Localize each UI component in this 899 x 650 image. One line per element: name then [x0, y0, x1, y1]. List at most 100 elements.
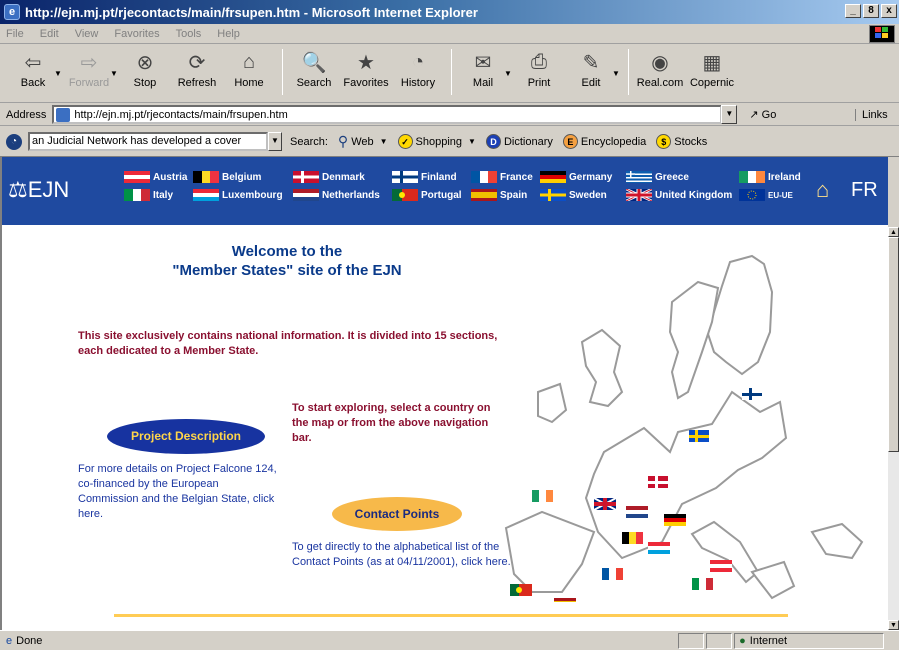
nav-country-united-kingdom[interactable]: United Kingdom — [626, 189, 732, 201]
toolbar-button-label: Refresh — [177, 77, 217, 89]
minimize-button[interactable]: _ — [845, 4, 861, 18]
toolbar-button-label: Search — [296, 77, 332, 89]
search-shopping-button[interactable]: ✓ Shopping ▼ — [397, 134, 476, 149]
search-web-button[interactable]: ⚲ Web ▼ — [338, 133, 388, 150]
nav-country-finland[interactable]: Finland — [392, 171, 457, 183]
country-label: Italy — [153, 189, 174, 201]
nav-country-italy[interactable]: Italy — [124, 189, 173, 201]
french-language-link[interactable]: FR — [851, 179, 878, 202]
scales-icon: ⚖ — [8, 177, 28, 202]
home-icon[interactable]: ⌂ — [816, 177, 829, 203]
history-button[interactable]: ◔ History — [393, 49, 443, 90]
toolbar-separator — [451, 49, 452, 95]
contact-points-button[interactable]: Contact Points — [332, 497, 462, 531]
status-text: Done — [16, 634, 43, 647]
country-label: Germany — [569, 171, 613, 183]
print-button[interactable]: ⎙ Print — [514, 49, 564, 90]
globe-icon: ● — [739, 634, 746, 647]
nav-country-portugal[interactable]: Portugal — [392, 189, 462, 201]
favorites-button[interactable]: ★ Favorites — [341, 49, 391, 90]
address-input[interactable]: http://ejn.mj.pt/rjecontacts/main/frsupe… — [52, 105, 723, 124]
menu-edit[interactable]: Edit — [40, 28, 59, 40]
flag-icon — [471, 189, 497, 201]
dropdown-arrow-icon[interactable]: ▼ — [54, 69, 64, 78]
edit-icon: ✎ — [582, 51, 600, 74]
nav-country-sweden[interactable]: Sweden — [540, 189, 607, 201]
copernic-icon: ▦ — [702, 51, 722, 74]
search-input[interactable]: an Judicial Network has developed a cove… — [28, 132, 268, 151]
explore-text: To start exploring, select a country on … — [292, 402, 491, 444]
copernic-button[interactable]: ▦ Copernic — [687, 49, 737, 90]
nav-country-ireland[interactable]: Ireland — [739, 171, 801, 183]
dictionary-icon: D — [485, 134, 501, 149]
maximize-button[interactable]: 8 — [863, 4, 879, 18]
forward-button[interactable]: ⇨ Forward — [64, 49, 114, 90]
menu-favorites[interactable]: Favorites — [114, 28, 159, 40]
project-description-button[interactable]: Project Description — [107, 419, 265, 454]
flag-icon — [626, 171, 652, 183]
stop-button[interactable]: ⊗ Stop — [120, 49, 170, 90]
dropdown-arrow-icon[interactable]: ▼ — [110, 69, 120, 78]
nav-country-austria[interactable]: Austria — [124, 171, 187, 183]
realcom-icon: ◉ — [651, 51, 669, 74]
nav-country-germany[interactable]: Germany — [540, 171, 612, 183]
ejn-logo[interactable]: ⚖EJN — [8, 177, 69, 203]
nav-country-netherlands[interactable]: Netherlands — [293, 189, 380, 201]
scroll-up-button[interactable]: ▲ — [888, 227, 899, 237]
go-button[interactable]: ↗ Go — [749, 108, 776, 121]
menu-view[interactable]: View — [75, 28, 99, 40]
menu-tools[interactable]: Tools — [176, 28, 202, 40]
scroll-down-button[interactable]: ▼ — [888, 620, 899, 630]
flag-icon — [739, 189, 765, 201]
real-com-button[interactable]: ◉ Real.com — [635, 49, 685, 90]
country-label: EU-UE — [768, 190, 793, 200]
stop-icon: ⊗ — [136, 51, 154, 74]
search-stocks-button[interactable]: $ Stocks — [656, 134, 707, 149]
vertical-scrollbar[interactable]: ▲ ▼ — [888, 227, 899, 630]
home-button[interactable]: ⌂ Home — [224, 49, 274, 90]
window-title: http://ejn.mj.pt/rjecontacts/main/frsupe… — [25, 4, 478, 20]
refresh-icon: ⟳ — [188, 51, 206, 74]
country-label: France — [500, 171, 533, 183]
nav-country-belgium[interactable]: Belgium — [193, 171, 261, 183]
edit-button[interactable]: ✎ Edit — [566, 49, 616, 90]
contact-text-link[interactable]: To get directly to the alphabetical list… — [292, 540, 522, 570]
nav-country-france[interactable]: France — [471, 171, 533, 183]
country-label: Luxembourg — [222, 189, 283, 201]
search-dictionary-button[interactable]: D Dictionary — [485, 134, 553, 149]
search-dropdown-button[interactable]: ▼ — [268, 132, 282, 151]
search-encyclopedia-button[interactable]: E Encyclopedia — [562, 134, 646, 149]
address-bar: Address http://ejn.mj.pt/rjecontacts/mai… — [0, 104, 899, 126]
nav-country-spain[interactable]: Spain — [471, 189, 527, 201]
dropdown-arrow-icon[interactable]: ▼ — [612, 69, 622, 78]
nav-country-eu-ue[interactable]: EU-UE — [739, 189, 793, 201]
browser-window: e http://ejn.mj.pt/rjecontacts/main/frsu… — [0, 0, 899, 650]
favorites-icon: ★ — [357, 51, 375, 74]
mail-button[interactable]: ✉ Mail — [458, 49, 508, 90]
dropdown-arrow-icon[interactable]: ▼ — [504, 69, 514, 78]
search-icon: 🔍 — [301, 51, 327, 74]
search-button[interactable]: 🔍 Search — [289, 49, 339, 90]
ie-icon: e — [4, 4, 20, 20]
refresh-button[interactable]: ⟳ Refresh — [172, 49, 222, 90]
toolbar-button-label: Back — [20, 77, 46, 89]
status-bar: e Done ● Internet — [0, 630, 899, 650]
menu-help[interactable]: Help — [217, 28, 240, 40]
project-text-link[interactable]: For more details on Project Falcone 124,… — [78, 462, 278, 522]
flag-icon — [540, 189, 566, 201]
address-dropdown-button[interactable]: ▼ — [721, 105, 738, 124]
menu-file[interactable]: File — [6, 28, 24, 40]
links-button[interactable]: Links — [855, 108, 888, 121]
flag-icon — [193, 189, 219, 201]
mail-icon: ✉ — [474, 51, 492, 74]
scroll-thumb[interactable] — [888, 237, 899, 452]
flag-icon — [739, 171, 765, 183]
nav-country-luxembourg[interactable]: Luxembourg — [193, 189, 283, 201]
nav-country-denmark[interactable]: Denmark — [293, 171, 365, 183]
toolbar-button-label: Print — [527, 77, 551, 89]
europe-map[interactable] — [502, 242, 888, 602]
back-button[interactable]: ⇦ Back — [8, 49, 58, 90]
nav-country-greece[interactable]: Greece — [626, 171, 689, 183]
close-button[interactable]: x — [881, 4, 897, 18]
ejn-navigation-bar: ⚖EJN ⌂ FR Austria Belgium Denmark Finland Fr… — [2, 157, 888, 225]
